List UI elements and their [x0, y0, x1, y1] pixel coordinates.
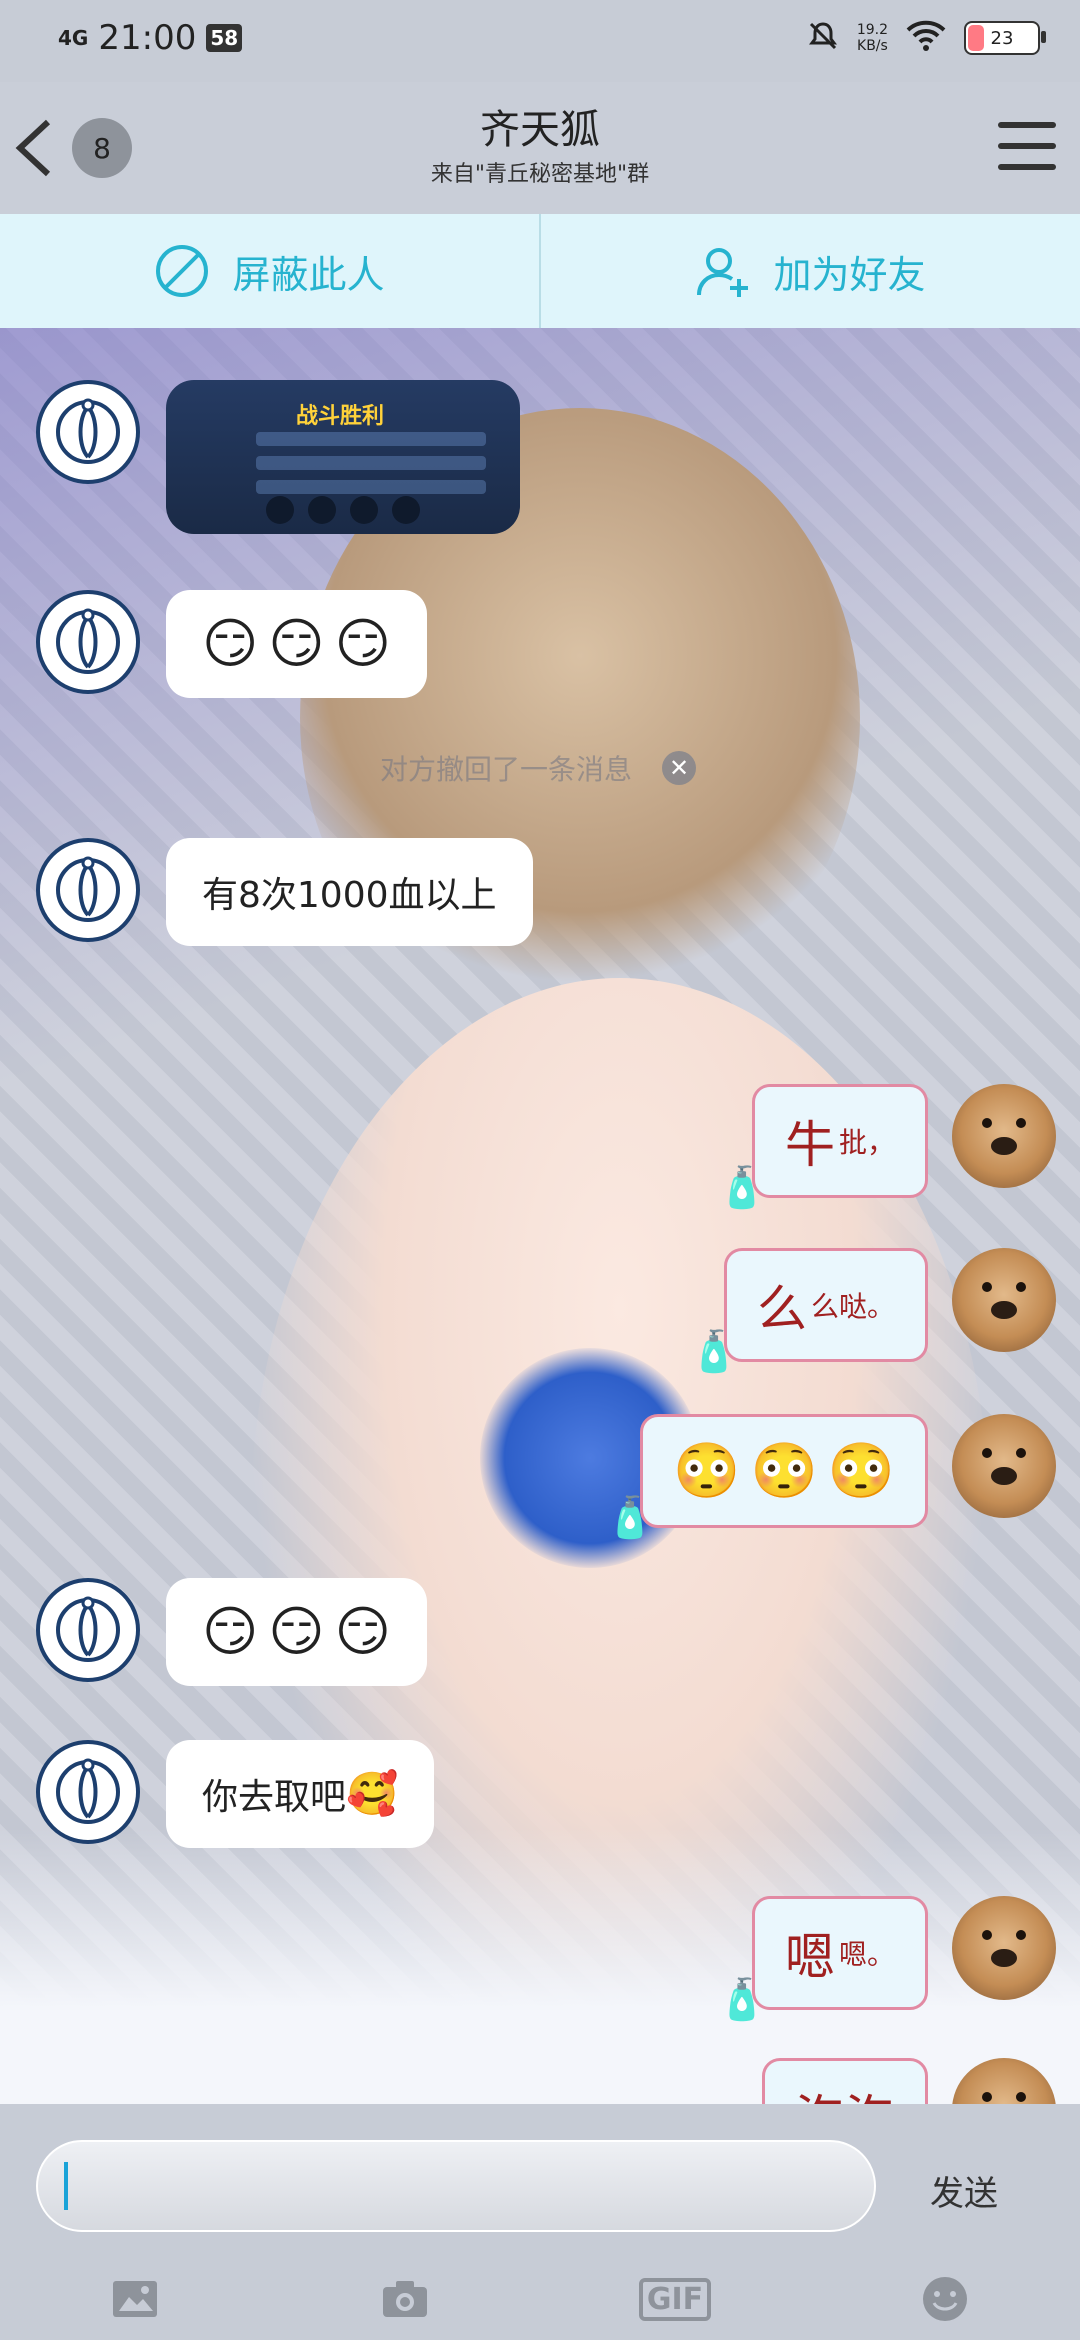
smirk-emoji: 😏 — [334, 612, 391, 675]
message-bubble[interactable]: 😏 😏 😏 — [166, 590, 427, 698]
team-logo-icon — [56, 608, 120, 674]
send-button[interactable]: 发送 — [930, 2166, 998, 2215]
close-icon[interactable]: ✕ — [662, 751, 697, 785]
page-title: 齐天狐 — [480, 107, 600, 153]
message-row: 🧴 😳 😳 😳 — [605, 1414, 1056, 1541]
chevron-left-icon — [15, 119, 51, 177]
chat-area[interactable]: 战斗胜利 😏 😏 😏 对方撤回了一条消息 ✕ 有8次1000血以上 🧴 牛 批，… — [0, 328, 1080, 2104]
flushed-emoji: 😳 — [673, 1439, 741, 1502]
message-row: 有8次1000血以上 — [36, 838, 533, 946]
smirk-emoji: 😏 — [202, 612, 259, 675]
network-speed: 19.2 KB/s — [856, 22, 888, 54]
message-input[interactable] — [36, 2140, 876, 2232]
input-toolbar: GIF — [0, 2264, 1080, 2334]
block-icon — [156, 245, 209, 297]
smiley-icon — [923, 2277, 967, 2321]
profile-action-bar: 屏蔽此人 加为好友 — [0, 214, 1080, 328]
network-indicator: 4G — [58, 26, 89, 50]
page-subtitle: 来自"青丘秘密基地"群 — [430, 162, 650, 187]
emoji-button[interactable] — [810, 2264, 1080, 2334]
recall-notice: 对方撤回了一条消息 ✕ — [380, 748, 697, 788]
bottle-icon: 🧴 — [605, 1495, 656, 1541]
notification-badge: 58 — [206, 24, 243, 52]
flushed-emoji: 😳 — [827, 1439, 895, 1502]
bottle-icon: 🧴 — [716, 1977, 767, 2023]
message-bubble[interactable]: 🧴 😳 😳 😳 — [605, 1414, 928, 1541]
message-text: 有8次1000血以上 — [202, 875, 497, 916]
avatar[interactable] — [952, 1248, 1056, 1352]
avatar[interactable] — [952, 1084, 1056, 1188]
team-logo-icon — [56, 1596, 120, 1662]
message-bubble[interactable]: 😏 😏 😏 — [166, 1578, 427, 1686]
avatar[interactable] — [952, 1896, 1056, 2000]
message-row: 你去取吧 🥰 — [36, 1740, 435, 1848]
message-row: 😏 😏 😏 — [36, 1578, 427, 1686]
bottle-icon: 🧴 — [688, 1329, 739, 1375]
message-row: 泡泡 — [762, 2058, 1056, 2104]
mute-icon — [807, 20, 839, 56]
back-button[interactable] — [10, 116, 70, 180]
message-row: 🧴 牛批， — [717, 1084, 1056, 1211]
message-row: 战斗胜利 — [36, 380, 520, 534]
smirk-emoji: 😏 — [268, 612, 325, 675]
add-user-icon — [697, 248, 749, 297]
team-logo-icon — [56, 1758, 120, 1824]
smirk-emoji: 😏 — [268, 1600, 325, 1663]
message-bubble[interactable]: 🧴 嗯嗯。 — [717, 1896, 928, 2023]
message-bubble[interactable]: 你去取吧 🥰 — [166, 1740, 435, 1848]
message-row: 🧴 嗯嗯。 — [717, 1896, 1056, 2023]
smirk-emoji: 😏 — [334, 1600, 391, 1663]
message-bubble[interactable]: 有8次1000血以上 — [166, 838, 533, 946]
text-caret — [64, 2162, 68, 2210]
avatar[interactable] — [36, 1578, 140, 1682]
add-friend-button[interactable]: 加为好友 — [539, 214, 1080, 328]
avatar[interactable] — [952, 2058, 1056, 2104]
message-row: 🧴 么么哒。 — [689, 1248, 1056, 1375]
clock: 21:00 — [98, 18, 197, 58]
bottle-icon: 🧴 — [716, 1165, 767, 1211]
message-bubble[interactable]: 🧴 牛批， — [717, 1084, 928, 1211]
gif-button[interactable]: GIF — [540, 2264, 810, 2334]
team-logo-icon — [56, 856, 120, 922]
image-caption: 战斗胜利 — [296, 404, 385, 429]
unread-count-badge[interactable]: 8 — [72, 118, 132, 178]
avatar[interactable] — [36, 838, 140, 942]
avatar[interactable] — [36, 590, 140, 694]
camera-icon — [383, 2281, 427, 2317]
image-message[interactable]: 战斗胜利 — [166, 380, 520, 534]
block-user-label: 屏蔽此人 — [232, 252, 385, 297]
battery-indicator: 23 — [964, 21, 1046, 55]
input-bar: 发送 GIF — [0, 2104, 1080, 2340]
blushing-emoji: 🥰 — [346, 1769, 399, 1818]
message-row: 😏 😏 😏 — [36, 590, 427, 698]
flushed-emoji: 😳 — [750, 1439, 818, 1502]
add-friend-label: 加为好友 — [773, 252, 926, 297]
image-icon — [113, 2281, 157, 2317]
menu-button[interactable] — [998, 122, 1056, 174]
message-text: 你去取吧 — [202, 1777, 347, 1818]
title-bar: 8 齐天狐 来自"青丘秘密基地"群 — [0, 82, 1080, 214]
avatar[interactable] — [36, 1740, 140, 1844]
message-bubble[interactable]: 🧴 么么哒。 — [689, 1248, 928, 1375]
camera-button[interactable] — [270, 2264, 540, 2334]
team-logo-icon — [56, 398, 120, 464]
chat-title: 齐天狐 来自"青丘秘密基地"群 — [340, 106, 740, 188]
avatar[interactable] — [36, 380, 140, 484]
image-button[interactable] — [0, 2264, 270, 2334]
gif-icon: GIF — [638, 2277, 712, 2321]
wifi-icon — [906, 20, 946, 56]
block-user-button[interactable]: 屏蔽此人 — [0, 214, 539, 328]
message-bubble[interactable]: 泡泡 — [762, 2058, 928, 2104]
avatar[interactable] — [952, 1414, 1056, 1518]
smirk-emoji: 😏 — [202, 1600, 259, 1663]
status-bar: 4G 21:00 58 19.2 KB/s 23 — [0, 0, 1080, 82]
